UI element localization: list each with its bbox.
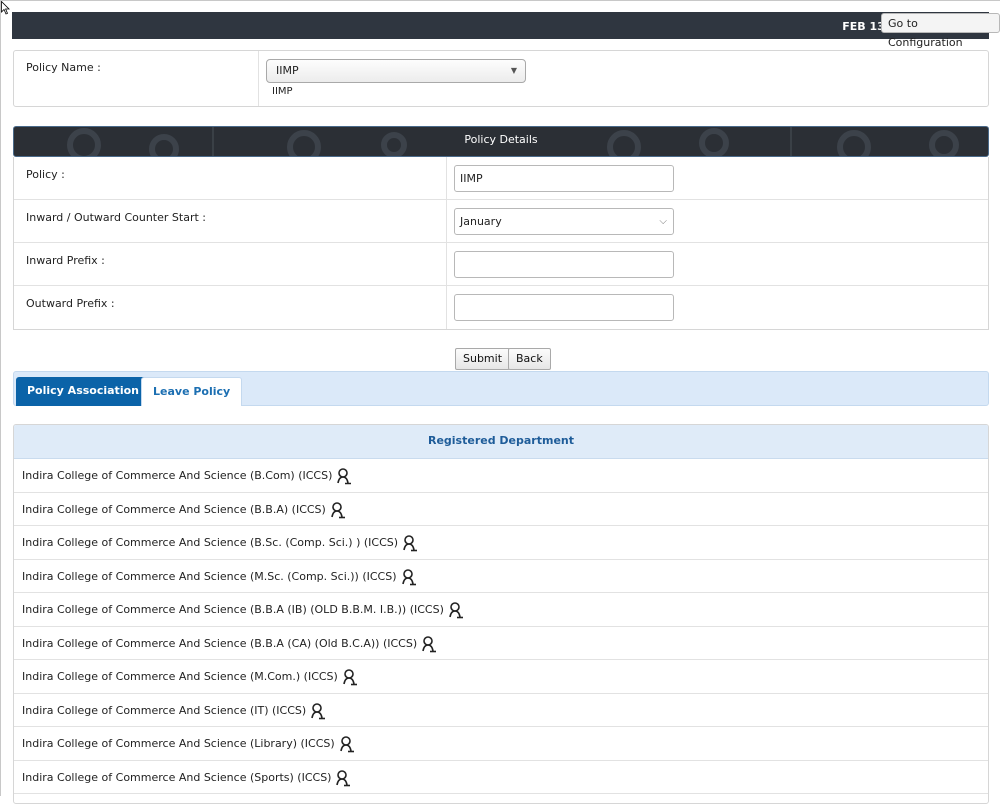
person-icon[interactable] — [335, 769, 351, 787]
list-item: Indira College of Commerce And Science (… — [14, 761, 988, 794]
submit-button[interactable]: Submit — [455, 348, 511, 370]
list-item: Indira College of Commerce And Science (… — [14, 593, 988, 627]
list-item: Indira College of Commerce And Science (… — [14, 459, 988, 493]
department-name: Indira College of Commerce And Science (… — [22, 670, 338, 683]
mouse-cursor-icon — [1, 1, 10, 15]
counter-start-label: Inward / Outward Counter Start : — [26, 211, 206, 224]
person-icon[interactable] — [336, 467, 352, 485]
tab-leave-policy[interactable]: Leave Policy — [141, 377, 243, 406]
policy-label: Policy : — [26, 168, 65, 181]
list-item: Indira College of Commerce And Science (… — [14, 694, 988, 727]
department-name: Indira College of Commerce And Science (… — [22, 636, 418, 650]
department-name: Indira College of Commerce And Science (… — [22, 770, 332, 784]
person-icon[interactable] — [448, 601, 464, 619]
list-item: Indira College of Commerce And Science (… — [14, 627, 988, 660]
dropdown-arrow-icon: ▼ — [510, 66, 517, 75]
policy-name-selected: IIMP — [276, 64, 299, 77]
department-name: Indira College of Commerce And Science (… — [22, 536, 399, 549]
outward-prefix-input[interactable] — [454, 294, 674, 321]
row-divider — [446, 157, 447, 199]
outward-prefix-row: Outward Prefix : — [14, 286, 988, 329]
person-icon[interactable] — [421, 635, 437, 653]
list-item: Indira College of Commerce And Science (… — [14, 493, 988, 526]
inward-prefix-input[interactable] — [454, 251, 674, 278]
department-list: Indira College of Commerce And Science (… — [14, 459, 988, 794]
panel-divider — [258, 51, 259, 106]
list-item: Indira College of Commerce And Science (… — [14, 560, 988, 593]
person-icon[interactable] — [310, 702, 326, 720]
policy-details-header: Policy Details — [13, 126, 989, 157]
counter-start-row: Inward / Outward Counter Start : January… — [14, 200, 988, 243]
department-name: Indira College of Commerce And Science (… — [22, 569, 397, 583]
person-icon[interactable] — [342, 668, 358, 686]
department-name: Indira College of Commerce And Science (… — [22, 502, 326, 516]
policy-row: Policy : IIMP — [14, 157, 988, 200]
tab-bar: Policy Association Leave Policy — [13, 371, 989, 406]
list-item: Indira College of Commerce And Science (… — [14, 526, 988, 560]
row-divider — [446, 200, 447, 242]
outward-prefix-label: Outward Prefix : — [26, 297, 115, 310]
row-divider — [446, 286, 447, 329]
person-icon[interactable] — [402, 534, 418, 552]
registered-department-panel: Registered Department Indira College of … — [13, 424, 989, 804]
department-name: Indira College of Commerce And Science (… — [22, 737, 335, 750]
policy-name-label: Policy Name : — [26, 61, 101, 74]
person-icon[interactable] — [401, 568, 417, 586]
list-item: Indira College of Commerce And Science (… — [14, 660, 988, 694]
inward-prefix-row: Inward Prefix : — [14, 243, 988, 286]
policy-details-table: Policy : IIMP Inward / Outward Counter S… — [13, 157, 989, 330]
department-name: Indira College of Commerce And Science (… — [22, 703, 307, 717]
department-name: Indira College of Commerce And Science (… — [22, 469, 333, 482]
back-button[interactable]: Back — [508, 348, 551, 370]
person-icon[interactable] — [330, 501, 346, 519]
row-divider — [446, 243, 447, 285]
policy-name-subvalue: IIMP — [272, 86, 293, 97]
policy-name-select[interactable]: IIMP ▼ — [266, 59, 526, 83]
department-name: Indira College of Commerce And Science (… — [22, 603, 444, 616]
list-item: Indira College of Commerce And Science (… — [14, 727, 988, 761]
tab-policy-association[interactable]: Policy Association — [16, 377, 150, 406]
chevron-down-icon: ⌵ — [659, 216, 667, 227]
inward-prefix-label: Inward Prefix : — [26, 254, 105, 267]
counter-start-select[interactable]: January ⌵ — [454, 208, 674, 235]
policy-details-title: Policy Details — [464, 133, 538, 146]
counter-start-value: January — [460, 215, 502, 228]
policy-input[interactable]: IIMP — [454, 165, 674, 192]
policy-name-panel: Policy Name : IIMP ▼ IIMP — [13, 50, 989, 107]
registered-department-title: Registered Department — [14, 425, 988, 459]
top-bar: FEB 13, — [12, 12, 989, 39]
go-to-configuration-button[interactable]: Go to Configuration — [881, 13, 1000, 49]
person-icon[interactable] — [339, 735, 355, 753]
